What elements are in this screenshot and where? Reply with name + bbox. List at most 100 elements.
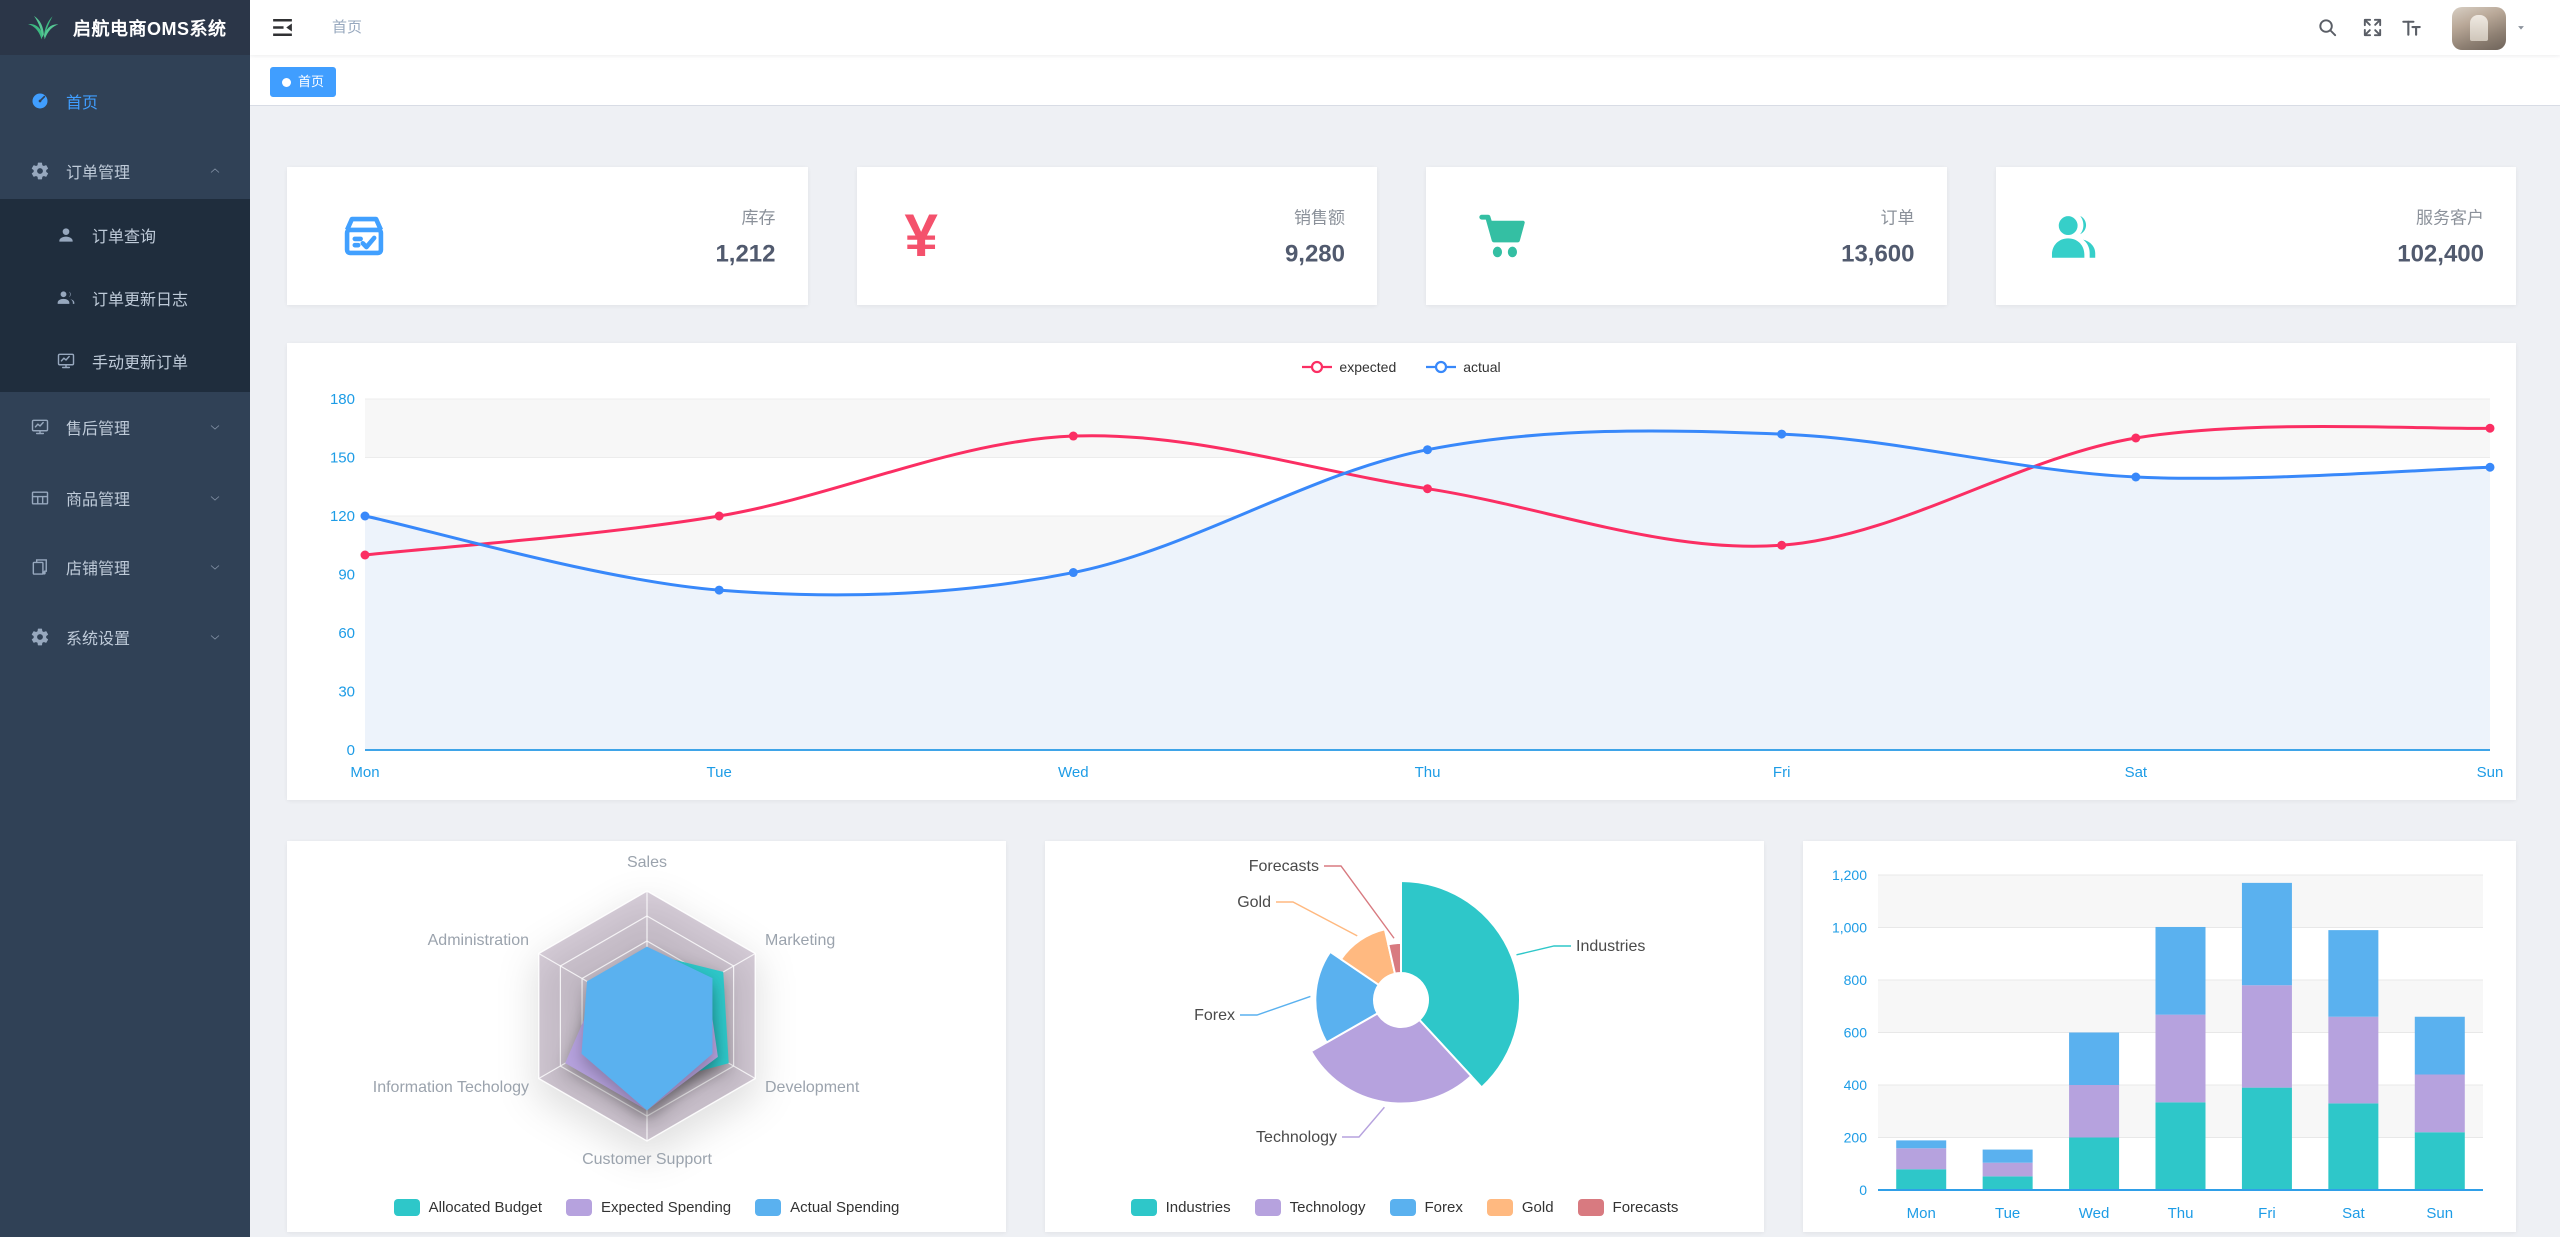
- user-avatar[interactable]: [2452, 7, 2506, 50]
- svg-text:150: 150: [330, 450, 355, 467]
- svg-text:Fri: Fri: [2258, 1205, 2276, 1222]
- sidebar-subitem-label: 订单查询: [92, 223, 156, 247]
- chevron-down-icon: [208, 422, 222, 432]
- stats-row: 库存1,212¥销售额9,280订单13,600服务客户102,400: [287, 167, 2516, 305]
- stat-value: 102,400: [2397, 241, 2484, 269]
- sidebar-item-label: 系统设置: [66, 625, 130, 649]
- sidebar-item-label: 售后管理: [66, 415, 130, 439]
- svg-text:Wed: Wed: [2079, 1205, 2110, 1222]
- sidebar-item-label: 首页: [66, 89, 98, 113]
- svg-text:0: 0: [347, 742, 355, 759]
- tab-home[interactable]: 首页: [270, 67, 336, 97]
- chevron-down-icon: [208, 493, 222, 503]
- sidebar-subitem-label: 订单更新日志: [92, 286, 188, 310]
- svg-text:Tue: Tue: [1995, 1205, 2020, 1222]
- sidebar-item-5[interactable]: 系统设置: [0, 606, 250, 668]
- sidebar-item-4[interactable]: 店铺管理: [0, 536, 250, 598]
- sidebar: 启航电商OMS系统 首页订单管理订单查询订单更新日志手动更新订单售后管理商品管理…: [0, 0, 250, 1237]
- line-chart-legend: expected actual: [287, 359, 2516, 375]
- sidebar-item-label: 商品管理: [66, 486, 130, 510]
- yen-icon: ¥: [905, 207, 963, 265]
- svg-text:Sun: Sun: [2426, 1205, 2453, 1222]
- legend-item-actual-spending[interactable]: Actual Spending: [755, 1199, 899, 1216]
- tab-home-label: 首页: [298, 68, 324, 96]
- legend-swatch-icon: [1578, 1199, 1604, 1216]
- search-icon[interactable]: [2316, 16, 2339, 39]
- svg-text:Sun: Sun: [2477, 764, 2504, 781]
- breadcrumb: 首页: [332, 0, 362, 55]
- legend-item-forecasts[interactable]: Forecasts: [1578, 1199, 1679, 1216]
- svg-text:800: 800: [1844, 972, 1868, 988]
- radar-chart-legend: Allocated Budget Expected Spending Actual …: [287, 1199, 1006, 1216]
- stacked-bar-chart: 02004006008001,0001,200MonTueWedThuFriSa…: [1803, 841, 2516, 1232]
- svg-text:Administration: Administration: [428, 932, 529, 949]
- sidebar-subitem-label: 手动更新订单: [92, 349, 188, 373]
- svg-text:60: 60: [338, 625, 355, 642]
- settings-gear-icon: [30, 627, 50, 647]
- svg-text:Fri: Fri: [1773, 764, 1791, 781]
- svg-text:Customer Support: Customer Support: [582, 1151, 712, 1168]
- svg-text:400: 400: [1844, 1077, 1868, 1093]
- active-tab-dot-icon: [282, 78, 291, 87]
- legend-item-industries[interactable]: Industries: [1131, 1199, 1231, 1216]
- svg-text:600: 600: [1844, 1025, 1868, 1041]
- svg-text:Mon: Mon: [350, 764, 379, 781]
- budget-radar-panel: SalesMarketingDevelopmentCustomer Suppor…: [287, 841, 1006, 1232]
- legend-item-actual[interactable]: actual: [1426, 359, 1500, 375]
- monitor-chart-icon: [56, 351, 76, 371]
- caret-down-icon[interactable]: [2516, 25, 2526, 31]
- legend-item-expected[interactable]: expected: [1302, 359, 1396, 375]
- category-pie-panel: Industries Technology Forex Gold Forecasts I…: [1045, 841, 1764, 1232]
- sidebar-subitem-1-2[interactable]: 手动更新订单: [0, 330, 250, 392]
- svg-text:Thu: Thu: [2168, 1205, 2194, 1222]
- svg-text:180: 180: [330, 391, 355, 408]
- fullscreen-icon[interactable]: [2361, 16, 2384, 39]
- radar-chart: SalesMarketingDevelopmentCustomer Suppor…: [287, 841, 1006, 1232]
- legend-item-gold[interactable]: Gold: [1487, 1199, 1554, 1216]
- table-icon: [30, 488, 50, 508]
- top-navbar: 首页: [250, 0, 2560, 55]
- stat-card-3: 服务客户 102,400: [1996, 167, 2517, 305]
- stat-label: 订单: [1841, 204, 1914, 229]
- svg-text:Technology: Technology: [1256, 1129, 1337, 1146]
- sidebar-toggle-icon[interactable]: [270, 15, 295, 40]
- cart-icon: [1474, 207, 1532, 265]
- monitor-chart-icon: [30, 417, 50, 437]
- documents-icon: [30, 557, 50, 577]
- legend-item-allocated-budget[interactable]: Allocated Budget: [394, 1199, 542, 1216]
- app-logo[interactable]: 启航电商OMS系统: [0, 0, 250, 55]
- sidebar-item-3[interactable]: 商品管理: [0, 467, 250, 529]
- stat-label: 库存: [715, 204, 775, 229]
- svg-text:0: 0: [1859, 1182, 1867, 1198]
- legend-marker-icon: [1302, 360, 1332, 374]
- legend-item-technology[interactable]: Technology: [1255, 1199, 1366, 1216]
- sidebar-subitem-1-1[interactable]: 订单更新日志: [0, 267, 250, 329]
- user-icon: [56, 225, 76, 245]
- stat-value: 13,600: [1841, 241, 1914, 269]
- sidebar-item-2[interactable]: 售后管理: [0, 396, 250, 458]
- legend-swatch-icon: [1131, 1199, 1157, 1216]
- svg-text:Development: Development: [765, 1079, 860, 1096]
- sprout-logo-icon: [26, 11, 60, 45]
- weekly-bar-panel: 02004006008001,0001,200MonTueWedThuFriSa…: [1803, 841, 2516, 1232]
- svg-text:Industries: Industries: [1576, 938, 1645, 955]
- font-size-icon[interactable]: [2400, 16, 2423, 39]
- legend-marker-icon: [1426, 360, 1456, 374]
- legend-swatch-icon: [755, 1199, 781, 1216]
- legend-swatch-icon: [566, 1199, 592, 1216]
- svg-text:Mon: Mon: [1907, 1205, 1936, 1222]
- legend-swatch-icon: [1487, 1199, 1513, 1216]
- svg-text:Tue: Tue: [707, 764, 732, 781]
- pie-chart: Industries Technology Forex Gold Forecasts: [1045, 841, 1764, 1232]
- svg-text:90: 90: [338, 567, 355, 584]
- stat-value: 9,280: [1285, 241, 1345, 269]
- sidebar-item-1[interactable]: 订单管理: [0, 140, 250, 202]
- legend-item-expected-spending[interactable]: Expected Spending: [566, 1199, 731, 1216]
- sidebar-subitem-1-0[interactable]: 订单查询: [0, 204, 250, 266]
- legend-item-forex[interactable]: Forex: [1390, 1199, 1463, 1216]
- chevron-up-icon: [208, 166, 222, 176]
- stat-label: 服务客户: [2397, 204, 2484, 229]
- sidebar-item-0[interactable]: 首页: [0, 70, 250, 132]
- svg-text:Wed: Wed: [1058, 764, 1089, 781]
- svg-text:Sales: Sales: [627, 854, 667, 871]
